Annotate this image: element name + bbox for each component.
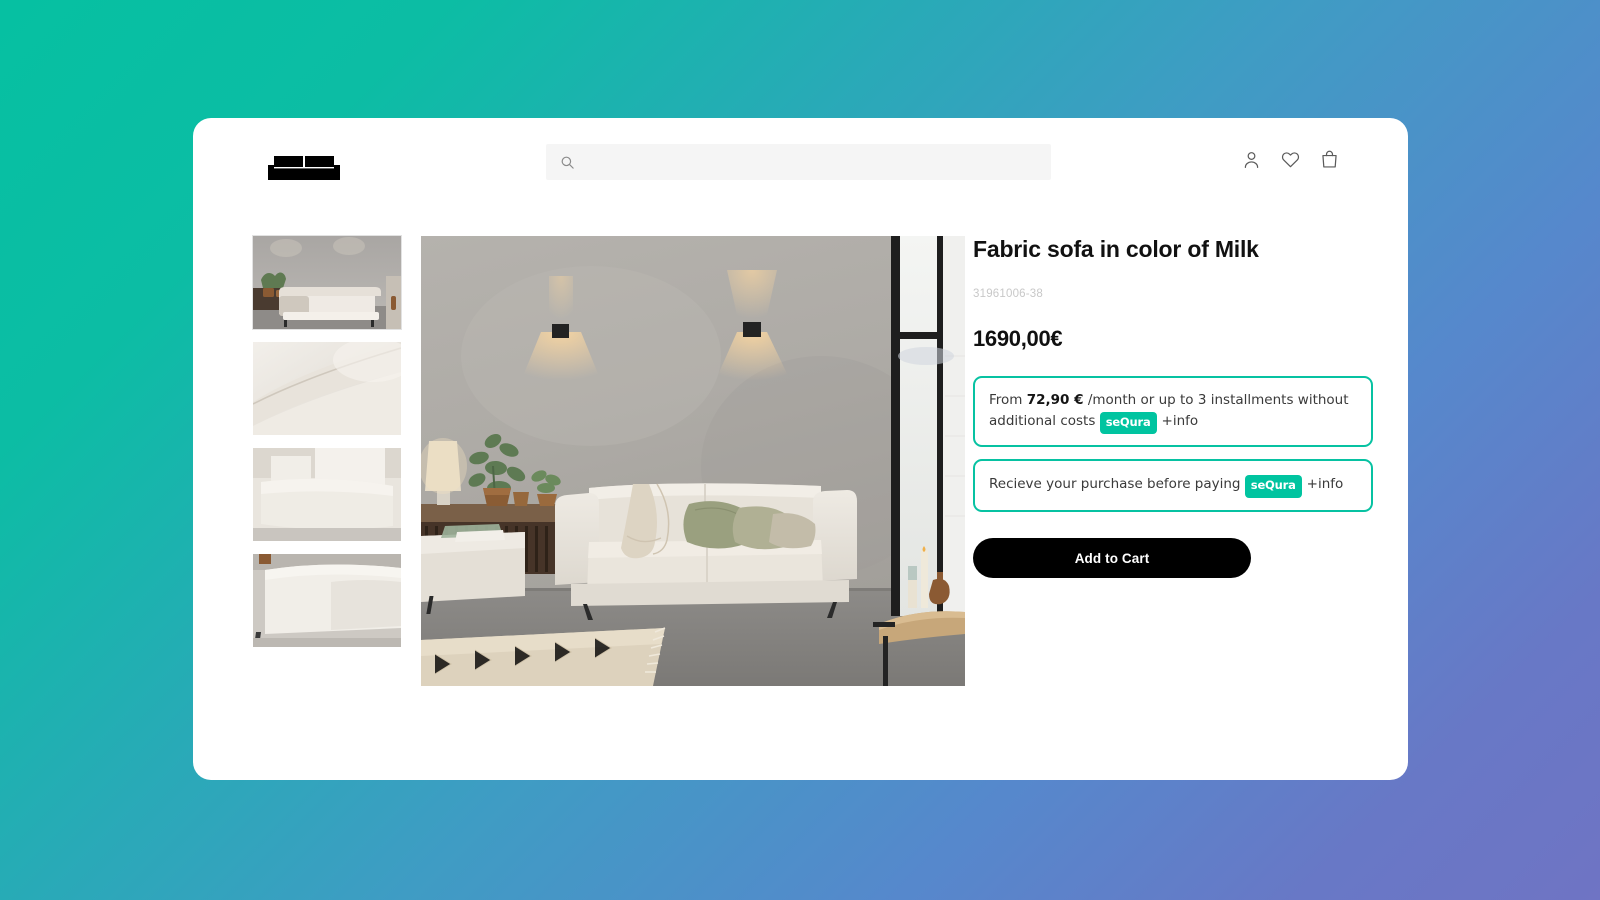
promo-suffix-text: Recieve your purchase before paying [989, 476, 1241, 493]
thumbnail-gallery [252, 235, 402, 647]
thumbnail-item[interactable] [253, 342, 401, 435]
header-icon-group [1241, 149, 1340, 170]
site-page-card: Fabric sofa in color of Milk 31961006-38… [193, 118, 1408, 780]
thumbnail-item[interactable] [253, 448, 401, 541]
add-to-cart-button[interactable]: Add to Cart [973, 538, 1251, 579]
wishlist-heart-icon[interactable] [1280, 149, 1301, 170]
thumbnail-item[interactable] [253, 554, 401, 647]
promo-prefix-text: From [989, 391, 1027, 408]
sequra-logo-badge: seQura [1244, 475, 1302, 499]
promo-more-info-link[interactable]: +info [1162, 413, 1199, 429]
search-bar[interactable] [546, 144, 1051, 180]
installments-promo[interactable]: From 72,90 € /month or up to 3 installme… [973, 375, 1373, 448]
product-info-column: Fabric sofa in color of Milk 31961006-38… [973, 236, 1373, 579]
product-title: Fabric sofa in color of Milk [973, 236, 1259, 262]
shopping-bag-icon[interactable] [1319, 149, 1340, 170]
sequra-logo-badge: seQura [1099, 411, 1157, 435]
product-main-image[interactable] [421, 236, 965, 686]
product-detail-area: Fabric sofa in color of Milk 31961006-38… [193, 235, 1408, 696]
search-icon [561, 156, 574, 169]
pay-later-promo[interactable]: Recieve your purchase before paying seQu… [973, 459, 1373, 513]
product-price: 1690,00€ [973, 325, 1063, 351]
promo-amount: 72,90 € [1026, 391, 1084, 408]
product-sku: 31961006-38 [973, 287, 1043, 300]
account-icon[interactable] [1241, 149, 1262, 170]
search-input[interactable] [575, 144, 1051, 180]
promo-more-info-link[interactable]: +info [1307, 476, 1344, 492]
sofa-logo[interactable] [268, 151, 340, 181]
site-header [193, 118, 1408, 208]
thumbnail-item[interactable] [252, 235, 402, 330]
